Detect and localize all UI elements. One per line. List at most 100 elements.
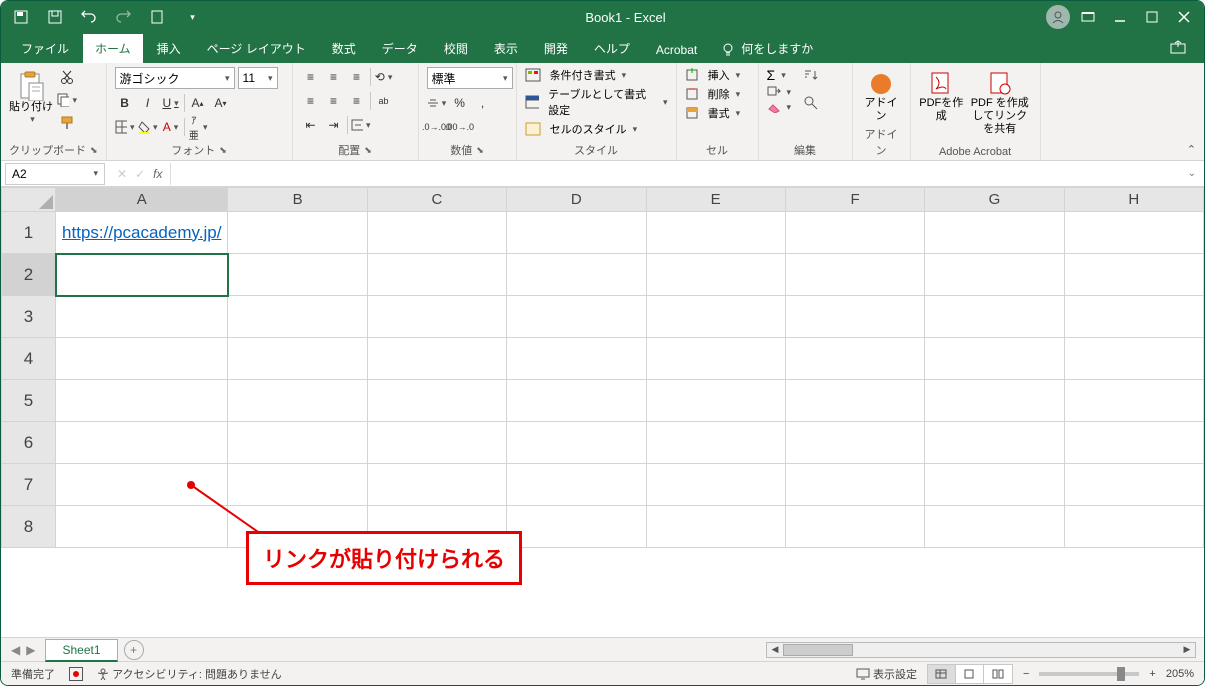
cell-A7[interactable]	[56, 464, 228, 506]
maximize-button[interactable]	[1138, 3, 1166, 31]
copy-button[interactable]: ▾	[57, 90, 77, 110]
wrap-text-button[interactable]: ab	[374, 91, 394, 111]
ribbon-display-options[interactable]	[1074, 3, 1102, 31]
cell-A6[interactable]	[56, 422, 228, 464]
format-painter-button[interactable]	[57, 113, 77, 133]
font-dialog-launcher[interactable]: ⬊	[219, 145, 227, 156]
cell-H5[interactable]	[1064, 380, 1203, 422]
decrease-indent-button[interactable]: ⇤	[301, 115, 321, 135]
font-name-select[interactable]: 游ゴシック▾	[115, 67, 235, 89]
cell-H3[interactable]	[1064, 296, 1203, 338]
cell-D4[interactable]	[507, 338, 646, 380]
row-header-6[interactable]: 6	[2, 422, 56, 464]
number-format-select[interactable]: 標準▾	[427, 67, 513, 89]
page-layout-view-button[interactable]	[956, 665, 984, 683]
insert-function-button[interactable]: fx	[153, 167, 162, 181]
cell-D8[interactable]	[507, 506, 646, 548]
borders-button[interactable]: ▾	[115, 117, 135, 137]
decrease-font-button[interactable]: A▾	[211, 93, 231, 113]
formula-cancel-button[interactable]: ✕	[117, 167, 127, 181]
cell-H7[interactable]	[1064, 464, 1203, 506]
tab-home[interactable]: ホーム	[83, 34, 143, 63]
cell-C5[interactable]	[367, 380, 506, 422]
cell-C2[interactable]	[367, 254, 506, 296]
account-avatar[interactable]	[1046, 5, 1070, 29]
cell-D7[interactable]	[507, 464, 646, 506]
cell-C4[interactable]	[367, 338, 506, 380]
column-header-B[interactable]: B	[228, 188, 367, 212]
cell-A4[interactable]	[56, 338, 228, 380]
row-header-5[interactable]: 5	[2, 380, 56, 422]
tab-view[interactable]: 表示	[482, 34, 530, 63]
number-dialog-launcher[interactable]: ⬊	[476, 145, 484, 156]
display-settings-button[interactable]: 表示設定	[856, 666, 917, 682]
cell-G8[interactable]	[925, 506, 1064, 548]
normal-view-button[interactable]	[928, 665, 956, 683]
cell-E4[interactable]	[646, 338, 785, 380]
tab-data[interactable]: データ	[370, 34, 430, 63]
select-all-corner[interactable]	[2, 188, 56, 212]
row-header-3[interactable]: 3	[2, 296, 56, 338]
undo-button[interactable]	[75, 3, 103, 31]
create-pdf-button[interactable]: PDFを作成	[919, 67, 964, 123]
cell-B2[interactable]	[228, 254, 367, 296]
page-break-view-button[interactable]	[984, 665, 1012, 683]
increase-font-button[interactable]: A▴	[188, 93, 208, 113]
tab-acrobat[interactable]: Acrobat	[644, 37, 709, 63]
clear-button[interactable]: ▾	[767, 101, 792, 113]
italic-button[interactable]: I	[138, 93, 158, 113]
row-header-8[interactable]: 8	[2, 506, 56, 548]
sheet-nav-prev[interactable]: ◀	[11, 643, 20, 657]
row-header-2[interactable]: 2	[2, 254, 56, 296]
cell-G7[interactable]	[925, 464, 1064, 506]
cell-C1[interactable]	[367, 212, 506, 254]
cell-B6[interactable]	[228, 422, 367, 464]
align-right-button[interactable]: ≡	[347, 91, 367, 111]
clipboard-dialog-launcher[interactable]: ⬊	[90, 145, 98, 156]
cell-E1[interactable]	[646, 212, 785, 254]
delete-cells-button[interactable]: 削除 ▾	[685, 86, 741, 102]
column-header-G[interactable]: G	[925, 188, 1064, 212]
cell-H1[interactable]	[1064, 212, 1203, 254]
cell-G5[interactable]	[925, 380, 1064, 422]
cell-H2[interactable]	[1064, 254, 1203, 296]
collapse-ribbon-button[interactable]: ⌃	[1187, 143, 1196, 156]
phonetic-button[interactable]: ｱ亜▾	[188, 117, 208, 137]
align-top-button[interactable]: ≡	[301, 67, 321, 87]
conditional-formatting-button[interactable]: 条件付き書式▾	[525, 67, 627, 83]
close-button[interactable]	[1170, 3, 1198, 31]
cell-F3[interactable]	[785, 296, 924, 338]
bold-button[interactable]: B	[115, 93, 135, 113]
zoom-level[interactable]: 205%	[1166, 668, 1194, 680]
cell-B5[interactable]	[228, 380, 367, 422]
cell-B3[interactable]	[228, 296, 367, 338]
expand-formula-bar-button[interactable]: ⌄	[1180, 168, 1204, 179]
cell-H8[interactable]	[1064, 506, 1203, 548]
cell-G3[interactable]	[925, 296, 1064, 338]
cell-D3[interactable]	[507, 296, 646, 338]
sheet-nav-next[interactable]: ▶	[26, 643, 35, 657]
cell-A8[interactable]	[56, 506, 228, 548]
share-button[interactable]	[1160, 34, 1196, 63]
cell-G1[interactable]	[925, 212, 1064, 254]
horizontal-scrollbar[interactable]: ◀ ▶	[766, 642, 1196, 658]
cell-F8[interactable]	[785, 506, 924, 548]
cell-F2[interactable]	[785, 254, 924, 296]
macro-record-button[interactable]	[69, 667, 83, 681]
cell-B7[interactable]	[228, 464, 367, 506]
fill-button[interactable]: ▾	[767, 86, 792, 98]
autosum-button[interactable]: Σ ▾	[767, 67, 792, 83]
tab-file[interactable]: ファイル	[9, 34, 81, 63]
cell-H4[interactable]	[1064, 338, 1203, 380]
align-left-button[interactable]: ≡	[301, 91, 321, 111]
cell-E5[interactable]	[646, 380, 785, 422]
column-header-H[interactable]: H	[1064, 188, 1203, 212]
cell-F7[interactable]	[785, 464, 924, 506]
addins-button[interactable]: アドイン	[861, 67, 902, 123]
cell-styles-button[interactable]: セルのスタイル▾	[525, 121, 638, 137]
new-sheet-button[interactable]: +	[124, 640, 144, 660]
cell-E6[interactable]	[646, 422, 785, 464]
minimize-button[interactable]	[1106, 3, 1134, 31]
cell-H6[interactable]	[1064, 422, 1203, 464]
zoom-in-button[interactable]: +	[1149, 668, 1155, 680]
